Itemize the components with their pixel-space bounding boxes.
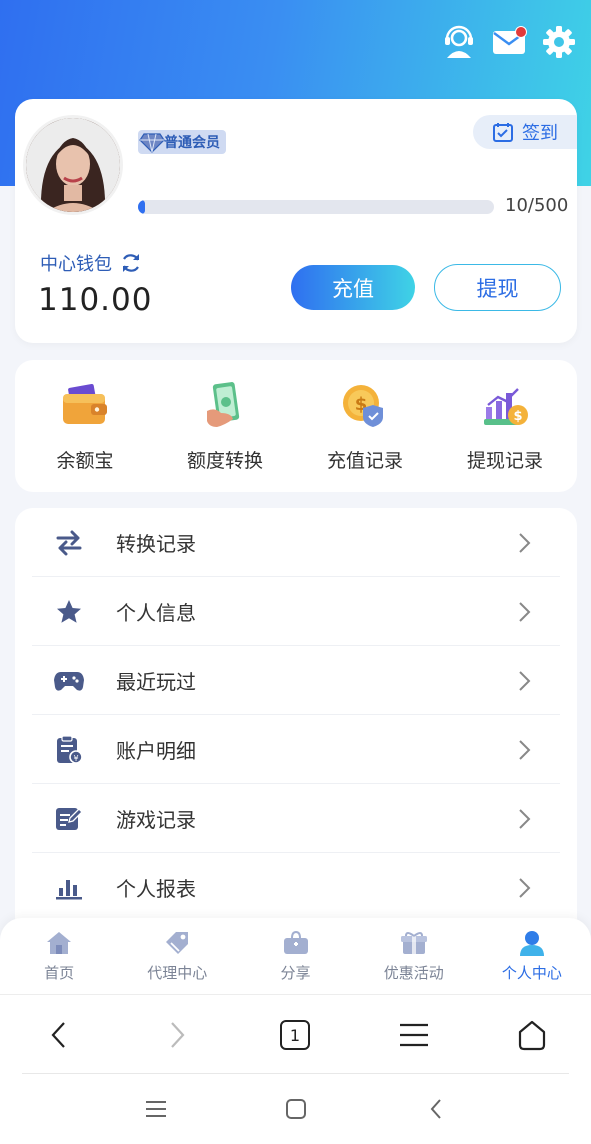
- menu-item-label: 游戏记录: [116, 808, 196, 832]
- sign-in-button[interactable]: 签到: [473, 115, 577, 149]
- menu-lines-icon: [145, 1101, 166, 1117]
- unread-dot: [515, 26, 527, 38]
- menu-item-label: 最近玩过: [116, 670, 196, 694]
- wallet-icon: [59, 380, 111, 432]
- menu-list: 转换记录 个人信息 最近玩过 ¥ 账户明细 游戏记录 个人报表: [15, 508, 577, 928]
- share-box-icon: [283, 930, 308, 954]
- quick-action-label: 充值记录: [326, 450, 403, 472]
- tab-label: 优惠活动: [383, 964, 444, 982]
- home-outline-icon: [518, 1020, 545, 1050]
- chevron-right-icon: [519, 877, 531, 898]
- coin-record-icon: $: [339, 380, 391, 432]
- bar-chart-icon: [53, 872, 85, 904]
- back-arrow-icon: [430, 1099, 441, 1119]
- browser-forward-button[interactable]: [147, 1005, 207, 1065]
- customer-service-icon[interactable]: [441, 24, 477, 60]
- money-transfer-icon: [199, 380, 251, 432]
- hamburger-icon: [399, 1023, 428, 1046]
- quick-action-recharge-record[interactable]: $ 充值记录: [295, 360, 435, 492]
- transfer-icon: [53, 527, 85, 559]
- browser-back-button[interactable]: [29, 1005, 89, 1065]
- gamepad-icon: [53, 665, 85, 697]
- withdraw-button[interactable]: 提现: [434, 264, 561, 311]
- level-progress-bar: [138, 200, 494, 214]
- wallet-label: 中心钱包: [40, 250, 142, 276]
- header-icons: [441, 24, 577, 60]
- gift-icon: [400, 932, 427, 954]
- home-icon: [47, 932, 72, 954]
- wallet-amount: 110.00: [38, 282, 153, 318]
- menu-item-personal-report[interactable]: 个人报表: [15, 853, 577, 922]
- member-level-text: 普通会员: [164, 135, 220, 151]
- quick-action-withdraw-record[interactable]: $ 提现记录: [435, 360, 575, 492]
- system-nav-bar: [0, 1074, 591, 1144]
- menu-item-account-details[interactable]: ¥ 账户明细: [15, 715, 577, 784]
- tab-label: 分享: [280, 964, 311, 982]
- quick-action-label: 余额宝: [56, 450, 114, 472]
- chevron-right-icon: [171, 1021, 185, 1048]
- svg-text:¥: ¥: [73, 754, 78, 763]
- quick-action-label: 提现记录: [466, 450, 543, 472]
- square-icon: [285, 1099, 306, 1119]
- calendar-check-icon: [493, 123, 513, 142]
- tabs-icon: 1: [280, 1019, 311, 1050]
- withdraw-chart-icon: $: [479, 380, 531, 432]
- tab-label: 个人中心: [501, 964, 562, 982]
- quick-action-balance[interactable]: 余额宝: [15, 360, 155, 492]
- chevron-right-icon: [519, 601, 531, 622]
- chevron-right-icon: [519, 739, 531, 760]
- level-progress-fill: [138, 200, 146, 214]
- diamond-icon: [139, 133, 165, 153]
- clipboard-icon: ¥: [53, 734, 85, 766]
- system-home-button[interactable]: [281, 1094, 311, 1124]
- quick-action-label: 额度转换: [186, 450, 263, 472]
- menu-item-label: 账户明细: [116, 739, 196, 763]
- level-progress-text: 10/500: [505, 195, 569, 216]
- svg-text:$: $: [513, 409, 522, 424]
- menu-item-game-record[interactable]: 游戏记录: [15, 784, 577, 853]
- tag-icon: [166, 932, 189, 954]
- tab-agent-center[interactable]: 代理中心: [118, 918, 236, 994]
- sign-in-label: 签到: [522, 123, 558, 144]
- browser-tabs-button[interactable]: 1: [265, 1005, 325, 1065]
- browser-tab-count: 1: [290, 1026, 300, 1045]
- mail-icon[interactable]: [491, 24, 527, 60]
- tab-home[interactable]: 首页: [0, 918, 118, 994]
- browser-home-button[interactable]: [502, 1005, 562, 1065]
- member-badge: 普通会员: [138, 130, 226, 154]
- profile-card: 普通会员 签到 10/500 中心钱包 110.00 充值 提现: [15, 99, 577, 343]
- system-recents-button[interactable]: [141, 1094, 171, 1124]
- browser-menu-button[interactable]: [384, 1005, 444, 1065]
- avatar[interactable]: [23, 115, 123, 215]
- quick-actions: 余额宝 额度转换 $ 充值记录 $ 提现记录: [15, 360, 577, 492]
- bottom-tab-bar: 首页 代理中心 分享 优惠活动 个人中心: [0, 918, 591, 994]
- settings-icon[interactable]: [541, 24, 577, 60]
- edit-note-icon: [53, 803, 85, 835]
- chevron-right-icon: [519, 670, 531, 691]
- menu-item-label: 个人报表: [116, 877, 196, 901]
- recharge-button[interactable]: 充值: [291, 265, 415, 310]
- menu-item-label: 转换记录: [116, 532, 196, 556]
- tab-label: 首页: [44, 964, 75, 982]
- menu-item-recent-played[interactable]: 最近玩过: [15, 646, 577, 715]
- wallet-label-text: 中心钱包: [40, 254, 112, 275]
- system-back-button[interactable]: [421, 1094, 451, 1124]
- tab-promotions[interactable]: 优惠活动: [355, 918, 473, 994]
- menu-item-transfer-record[interactable]: 转换记录: [15, 508, 577, 577]
- tab-personal-center[interactable]: 个人中心: [473, 918, 591, 994]
- tab-label: 代理中心: [147, 964, 208, 982]
- tab-share[interactable]: 分享: [236, 918, 354, 994]
- user-icon: [519, 931, 544, 956]
- browser-toolbar: 1: [0, 994, 591, 1074]
- chevron-right-icon: [519, 808, 531, 829]
- menu-item-personal-info[interactable]: 个人信息: [15, 577, 577, 646]
- refresh-icon[interactable]: [120, 252, 142, 274]
- quick-action-transfer[interactable]: 额度转换: [155, 360, 295, 492]
- chevron-right-icon: [519, 532, 531, 553]
- chevron-left-icon: [51, 1021, 65, 1048]
- menu-item-label: 个人信息: [116, 601, 196, 625]
- star-icon: [53, 596, 85, 628]
